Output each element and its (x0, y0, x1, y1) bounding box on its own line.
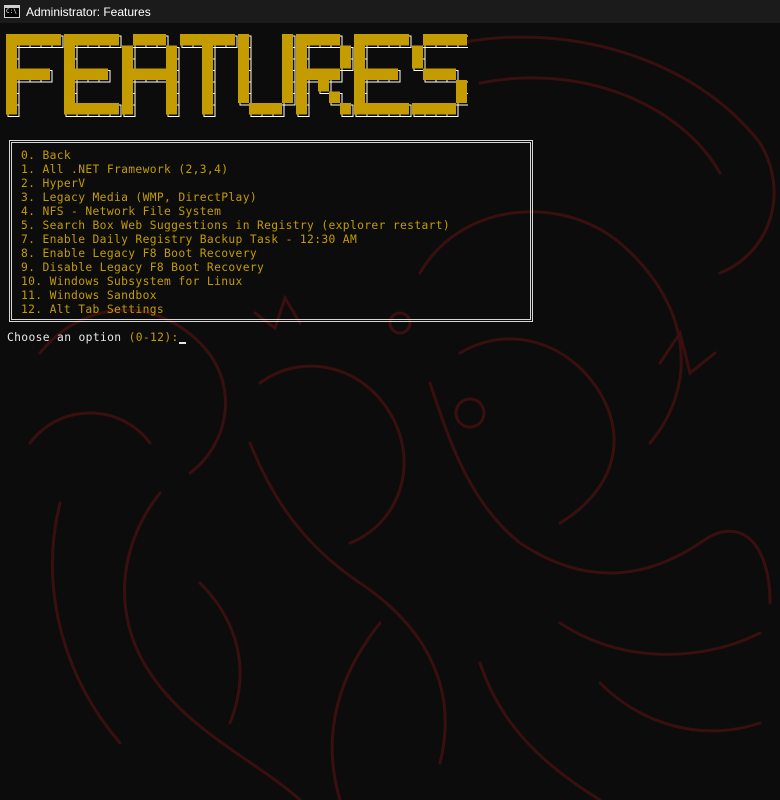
prompt-range: (0-12): (128, 331, 179, 344)
menu-item: 12. Alt Tab Settings (21, 303, 165, 316)
menu-item: 7. Enable Daily Registry Backup Task - 1… (21, 233, 358, 246)
cmd-icon[interactable]: C:\ (4, 5, 20, 18)
banner-letter (238, 34, 296, 117)
menu-item: 10. Windows Subsystem for Linux (21, 275, 243, 288)
menu-item: 3. Legacy Media (WMP, DirectPlay) (21, 191, 257, 204)
menu-item: 1. All .NET Framework (2,3,4) (21, 163, 229, 176)
menu-item: 2. HyperV (21, 177, 86, 190)
prompt-line[interactable]: Choose an option (0-12): (7, 331, 186, 345)
banner-letter (180, 34, 238, 117)
title-bar[interactable]: C:\ Administrator: Features (0, 0, 780, 23)
window-title: Administrator: Features (26, 4, 151, 19)
menu-item: 9. Disable Legacy F8 Boot Recovery (21, 261, 265, 274)
prompt-label: Choose an option (7, 331, 129, 344)
banner-letter (354, 34, 412, 117)
menu-list: 0. Back 1. All .NET Framework (2,3,4) 2. H… (21, 149, 450, 317)
menu-item: 11. Windows Sandbox (21, 289, 157, 302)
menu-item: 4. NFS - Network File System (21, 205, 222, 218)
features-banner (6, 34, 468, 117)
banner-letter (296, 34, 354, 117)
menu-item: 0. Back (21, 149, 72, 162)
text-cursor (178, 342, 186, 344)
banner-letter (64, 34, 122, 117)
banner-letter (412, 34, 468, 117)
menu-item: 8. Enable Legacy F8 Boot Recovery (21, 247, 257, 260)
menu-item: 5. Search Box Web Suggestions in Registr… (21, 219, 451, 232)
banner-letter (122, 34, 180, 117)
banner-letter (6, 34, 64, 117)
